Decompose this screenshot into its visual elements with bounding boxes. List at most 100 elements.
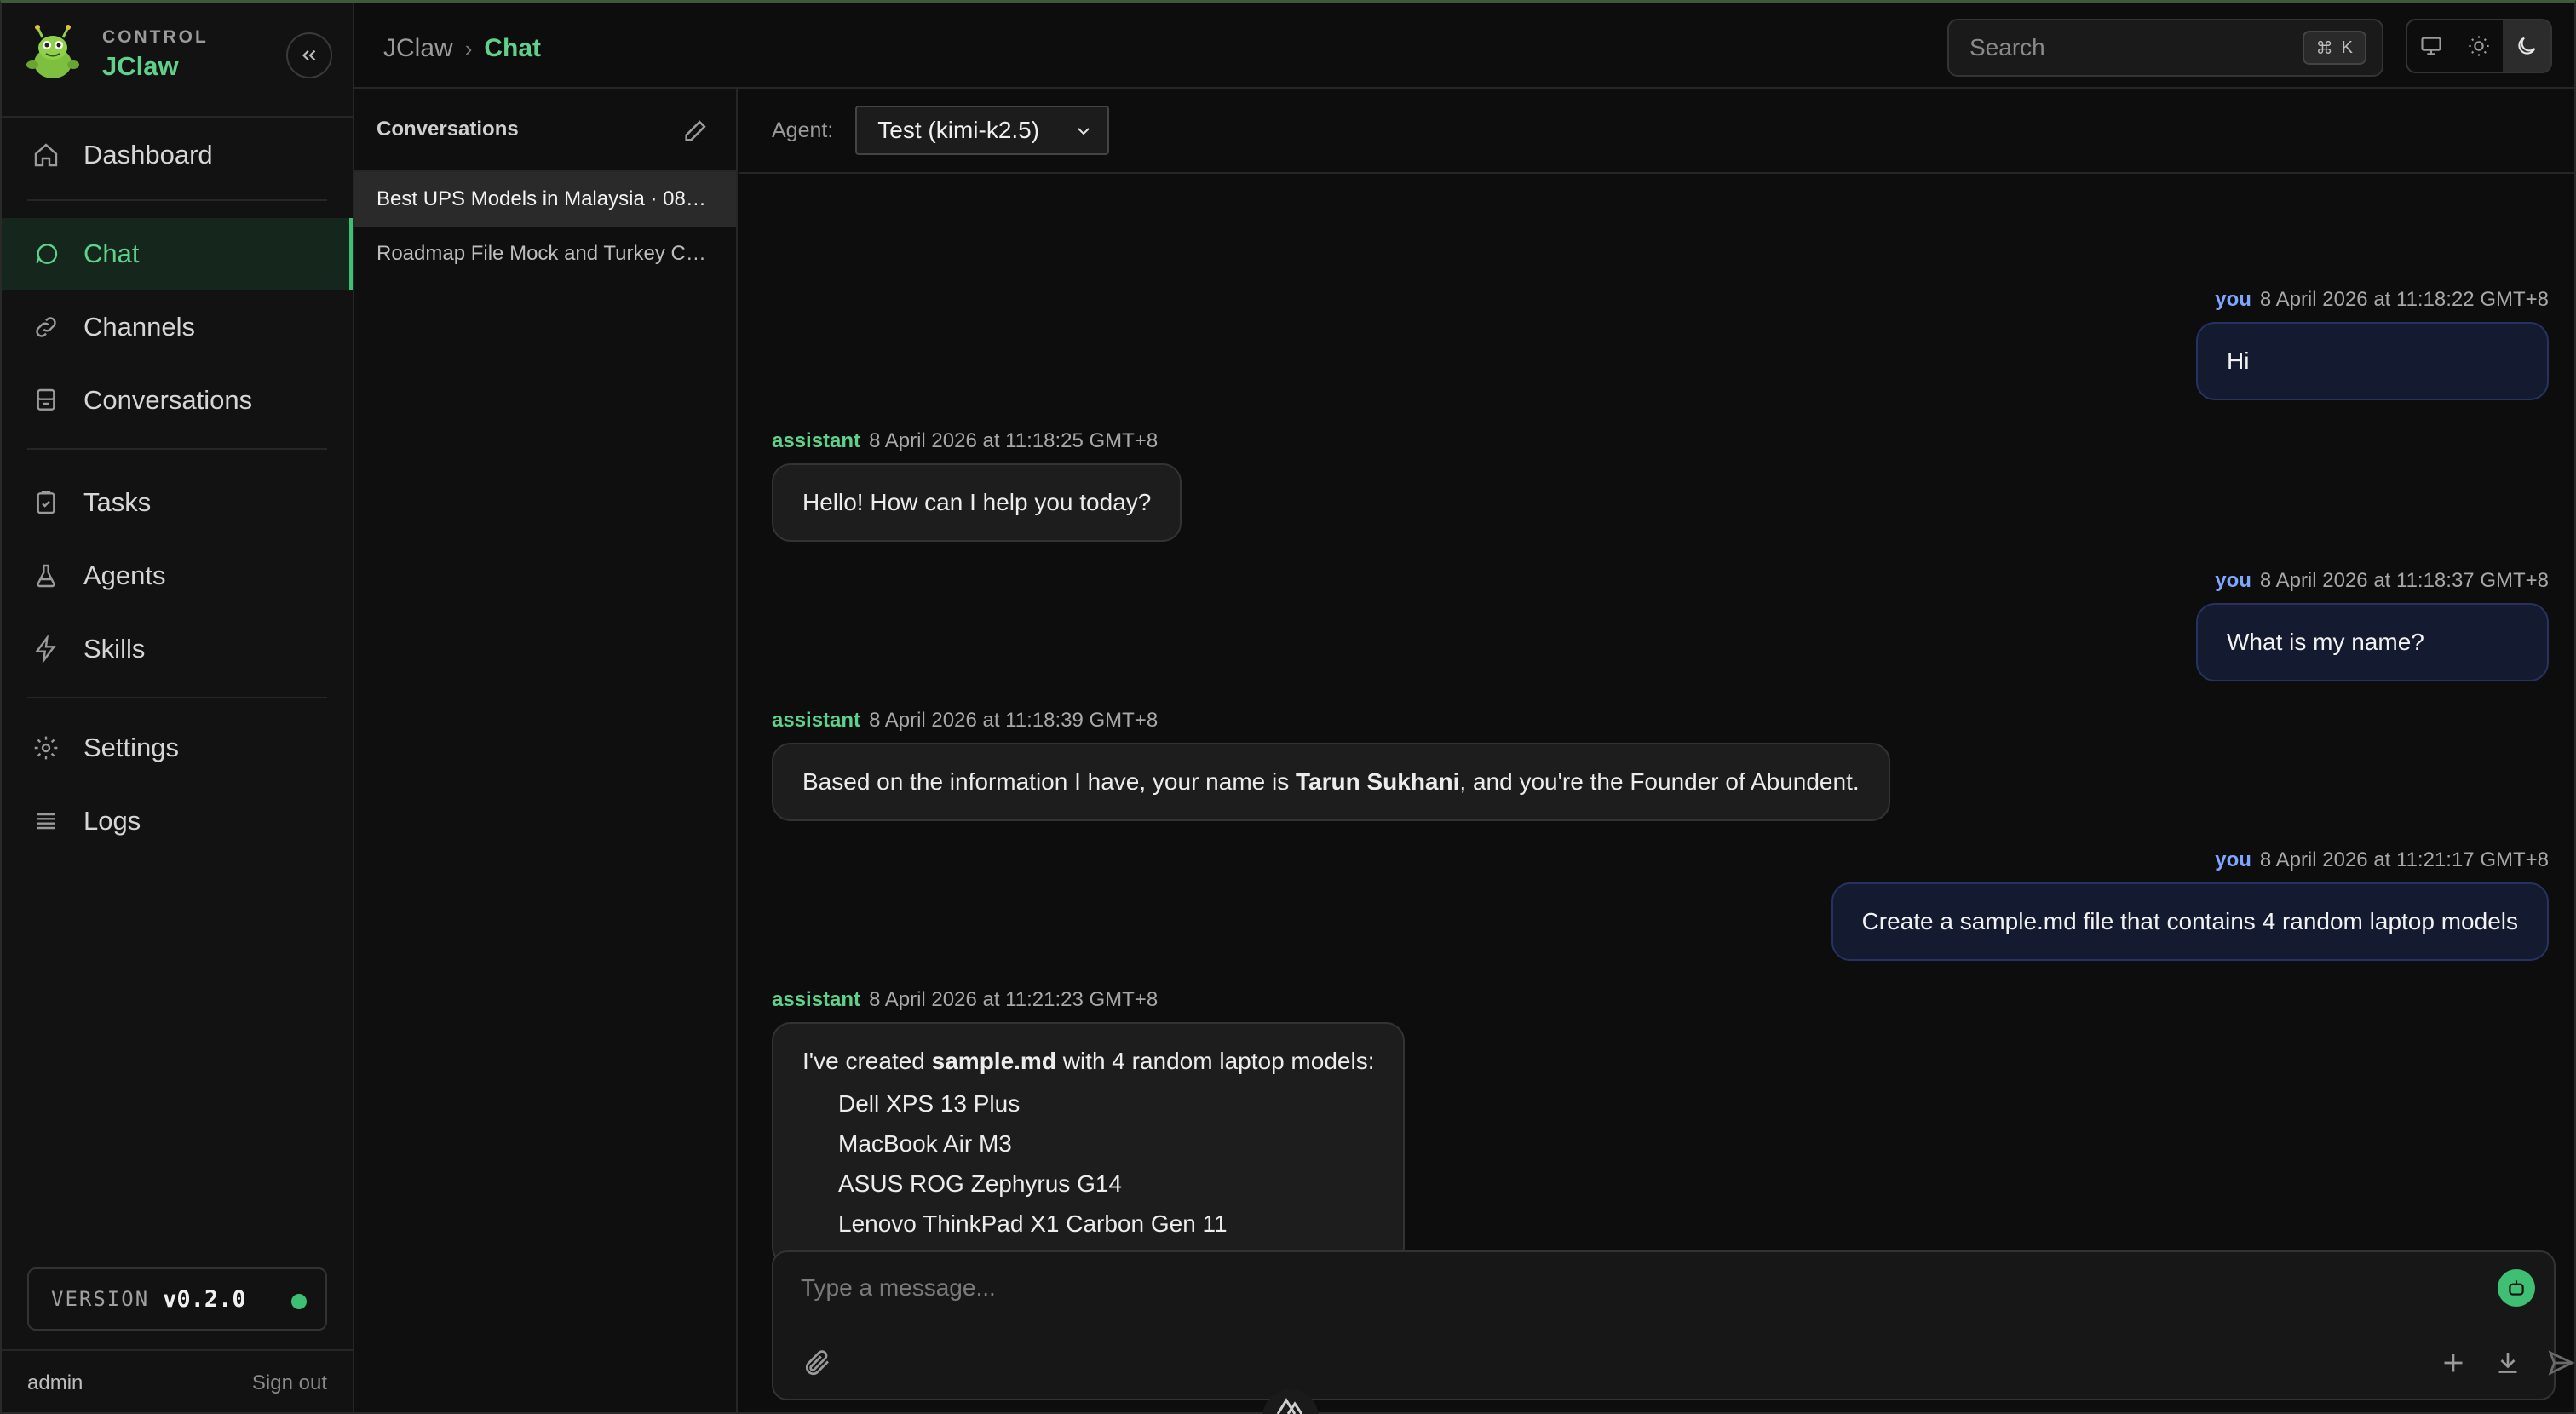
sidebar: CONTROL JClaw Dashboard Chat Channels Co… [2,3,354,1412]
divider [27,448,327,450]
sidebar-item-channels[interactable]: Channels [2,291,353,363]
theme-light-button[interactable] [2455,20,2503,72]
message-author: assistant [772,988,861,1011]
message-input[interactable]: Type a message... [801,1274,996,1302]
conversation-item[interactable]: Best UPS Models in Malaysia · 08… [354,172,736,227]
pencil-icon[interactable] [681,116,710,145]
sidebar-item-label: Dashboard [83,140,213,170]
message-timestamp: 8 April 2026 at 11:18:25 GMT+8 [869,429,1159,452]
message-user: you 8 April 2026 at 11:21:17 GMT+8 Create… [1831,848,2549,961]
message-timestamp: 8 April 2026 at 11:18:22 GMT+8 [2259,288,2549,311]
message-timestamp: 8 April 2026 at 11:18:37 GMT+8 [2259,569,2549,592]
sidebar-item-label: Tasks [83,487,152,517]
collapse-sidebar-button[interactable] [286,32,332,78]
sidebar-item-label: Channels [83,312,195,342]
plus-icon[interactable] [2438,1348,2469,1378]
home-icon [34,143,58,167]
sidebar-item-agents[interactable]: Agents [2,540,353,612]
brand-name: JClaw [102,51,179,81]
list-item: Dell XPS 13 Plus [838,1090,1021,1117]
message-bubble: What is my name? [2196,603,2549,681]
search-placeholder: Search [1969,34,2045,60]
divider [27,697,327,698]
breadcrumb: JClaw › Chat [383,34,541,63]
agent-selected-value: Test (kimi-k2.5) [877,117,1040,143]
current-user: admin [27,1371,83,1394]
conversations-panel: Conversations Best UPS Models in Malaysi… [354,89,738,1412]
message-bubble: Hi [2196,322,2549,400]
message-circle-icon [36,244,58,264]
gear-icon [34,736,58,760]
brand-subtitle: CONTROL [102,27,209,47]
message-author: you [2215,848,2251,871]
message-author: assistant [772,709,861,732]
list-icon [37,813,55,830]
moon-icon [2518,37,2536,55]
sidebar-item-label: Settings [83,733,180,762]
sidebar-item-settings[interactable]: Settings [2,712,353,784]
theme-system-button[interactable] [2407,20,2455,72]
version-badge: VERSION v0.2.0 [27,1267,327,1331]
chevrons-left-icon [302,49,316,61]
status-dot [291,1294,307,1309]
sidebar-item-logs[interactable]: Logs [2,785,353,857]
list-item: Lenovo ThinkPad X1 Carbon Gen 11 [838,1210,1228,1237]
top-header: JClaw › Chat Search ⌘ K [354,3,2574,89]
theme-switcher [2406,19,2552,73]
breadcrumb-root[interactable]: JClaw [383,34,453,63]
brand[interactable]: CONTROL JClaw [20,22,209,87]
app-window: CONTROL JClaw Dashboard Chat Channels Co… [0,0,2576,1414]
message-timestamp: 8 April 2026 at 11:21:17 GMT+8 [2259,848,2549,871]
message-timestamp: 8 April 2026 at 11:21:23 GMT+8 [869,988,1159,1011]
monitor-icon [2421,37,2441,55]
message-bubble: I've created sample.md with 4 random lap… [772,1022,1406,1266]
agent-label: Agent: [772,118,834,142]
search-input[interactable]: Search ⌘ K [1947,19,2383,77]
sidebar-item-chat[interactable]: Chat [2,218,353,290]
version-value: v0.2.0 [163,1285,246,1313]
clipboard-check-icon [37,491,55,514]
message-assistant: assistant 8 April 2026 at 11:18:25 GMT+8 … [772,429,1182,542]
bot-icon[interactable] [2498,1269,2535,1307]
message-author: you [2215,569,2251,592]
message-user: you 8 April 2026 at 11:18:22 GMT+8 Hi [2196,288,2549,400]
paperclip-icon[interactable] [802,1348,833,1378]
link-icon [36,317,56,337]
message-list[interactable]: you 8 April 2026 at 11:18:22 GMT+8 Hi ass… [739,175,2574,1315]
agent-select[interactable]: Test (kimi-k2.5) [855,106,1110,155]
sidebar-item-conversations[interactable]: Conversations [2,365,353,436]
sidebar-item-dashboard[interactable]: Dashboard [2,119,353,191]
list-item: ASUS ROG Zephyrus G14 [838,1170,1123,1197]
conversations-header: Conversations [354,89,736,172]
nuxt-logo-icon [1262,1389,1319,1414]
message-bubble: Hello! How can I help you today? [772,463,1182,542]
message-timestamp: 8 April 2026 at 11:18:39 GMT+8 [869,709,1159,732]
sidebar-item-label: Chat [83,239,140,268]
flask-icon [37,564,55,588]
divider [2,1349,353,1351]
message-user: you 8 April 2026 at 11:18:37 GMT+8 What i… [2196,569,2549,681]
theme-dark-button[interactable] [2503,20,2550,72]
breadcrumb-current: Chat [484,34,542,62]
message-assistant: assistant 8 April 2026 at 11:21:23 GMT+8 … [772,988,1406,1266]
download-icon[interactable] [2493,1348,2523,1378]
sign-out-link[interactable]: Sign out [252,1371,327,1395]
breadcrumb-separator: › [464,35,473,61]
message-composer: Type a message... [772,1250,2575,1400]
lightning-icon [34,635,56,663]
chat-area: Agent: Test (kimi-k2.5) you 8 April 2026 … [739,89,2575,1412]
laptop-list: Dell XPS 13 Plus MacBook Air M3 ASUS ROG… [802,1083,1374,1244]
message-assistant: assistant 8 April 2026 at 11:18:39 GMT+8 … [772,709,1890,821]
message-author: you [2215,288,2251,311]
divider [27,199,327,201]
sidebar-item-label: Agents [83,560,166,590]
send-icon[interactable] [2545,1348,2576,1378]
message-author: assistant [772,429,861,452]
message-bubble: Create a sample.md file that contains 4 … [1831,882,2549,961]
sidebar-item-skills[interactable]: Skills [2,613,353,685]
sidebar-item-tasks[interactable]: Tasks [2,467,353,538]
conversation-item[interactable]: Roadmap File Mock and Turkey C… [354,227,736,281]
version-label: VERSION [51,1287,150,1311]
chevron-down-icon [1078,128,1090,135]
search-shortcut: ⌘ K [2302,31,2366,65]
